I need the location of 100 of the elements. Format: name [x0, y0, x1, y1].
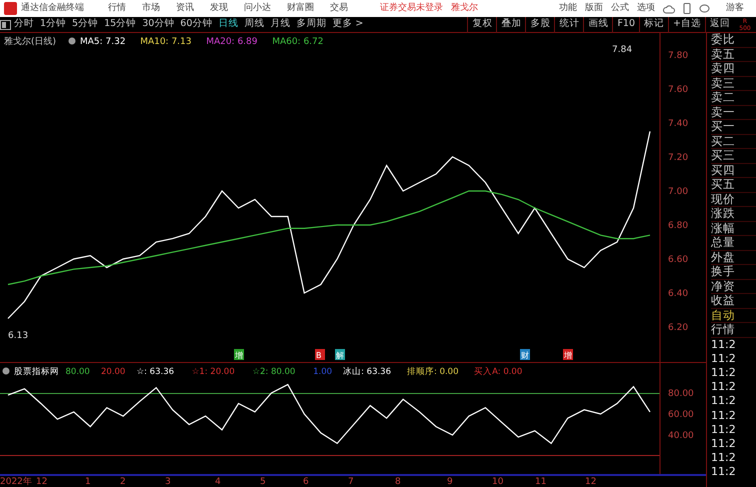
- period-tab[interactable]: 月线: [267, 17, 294, 32]
- quote-label: 卖一: [711, 106, 756, 120]
- menu-item[interactable]: 公式: [611, 2, 629, 16]
- toolbar-button[interactable]: 统计: [554, 16, 584, 32]
- phone-icon[interactable]: [683, 3, 691, 14]
- axis-label: 6.80: [668, 220, 688, 231]
- indicator-value: MA60: 6.72: [272, 37, 324, 47]
- menu-item[interactable]: 发现: [210, 2, 228, 16]
- quote-label: 涨幅: [711, 222, 756, 236]
- quote-label: 换手: [711, 265, 756, 280]
- panel-toggle-icon[interactable]: [0, 20, 11, 30]
- period-tab[interactable]: 5分钟: [69, 17, 102, 32]
- indicator-value: ☆: 63.36: [136, 367, 174, 377]
- trade-time: 11:2: [711, 394, 737, 409]
- menu-item[interactable]: 选项: [637, 2, 655, 16]
- axis-label: 6: [303, 476, 309, 487]
- trade-time: 11:2: [711, 465, 737, 480]
- quote-label: 买三: [711, 149, 756, 164]
- trade-time: 11:2: [711, 352, 737, 366]
- indicator-value: ☆2: 80.00: [252, 367, 296, 377]
- trade-time: 11:2: [711, 408, 737, 423]
- menu-item[interactable]: 财富圈: [287, 2, 314, 16]
- quote-label: 卖四: [711, 62, 756, 76]
- indicator-value: ☆1: 20.00: [192, 367, 235, 377]
- toolbar-button[interactable]: 复权: [467, 16, 496, 32]
- axis-label: 7.60: [668, 84, 688, 95]
- period-tab[interactable]: 60分钟: [177, 17, 216, 32]
- axis-label: 2: [120, 476, 126, 487]
- toolbar-button[interactable]: 多股: [525, 16, 554, 32]
- axis-label: 6.60: [668, 254, 688, 265]
- axis-label: 3: [165, 476, 171, 487]
- app-title: 通达信金融终端: [21, 2, 84, 15]
- toolbar-button[interactable]: +自选: [668, 16, 705, 32]
- auto-toggle[interactable]: 自动: [711, 308, 756, 323]
- quote-label: 总量: [711, 236, 756, 250]
- chart-title: 雅戈尔(日线): [4, 37, 56, 47]
- menu-item[interactable]: 资讯: [176, 2, 194, 16]
- axis-label: 6.40: [668, 288, 688, 299]
- menu-item[interactable]: 市场: [142, 2, 160, 16]
- trade-time: 11:2: [711, 338, 737, 352]
- event-marker: 增: [234, 349, 244, 360]
- quote-label: 现价: [711, 192, 756, 207]
- axis-label: 5: [260, 476, 266, 487]
- quote-label: 买二: [711, 134, 756, 149]
- toolbar-button[interactable]: 返回: [705, 16, 734, 32]
- quote-label: 收益: [711, 294, 756, 308]
- indicator-value: 股票指标网: [14, 367, 59, 377]
- quote-label: 涨跌: [711, 207, 756, 222]
- axis-label: 7.20: [668, 152, 688, 163]
- menu-item[interactable]: 问小达: [244, 2, 271, 16]
- quote-label: 行情: [711, 323, 756, 338]
- logo-icon: [4, 2, 17, 15]
- cloud-icon[interactable]: [663, 4, 675, 14]
- axis-label: 80.00: [668, 389, 694, 399]
- quote-label: 委比: [711, 33, 756, 48]
- indicator-value: MA5: 7.32: [80, 37, 126, 47]
- toolbar-button[interactable]: F10: [612, 16, 640, 32]
- period-tab[interactable]: 30分钟: [139, 17, 178, 32]
- indicator-value: MA10: 7.13: [140, 37, 192, 47]
- menu-item[interactable]: 版面: [585, 2, 603, 16]
- period-tab[interactable]: 日线: [215, 17, 242, 32]
- axis-label: 10: [492, 476, 504, 487]
- menu-item[interactable]: 交易: [330, 2, 348, 16]
- axis-label: 8: [395, 476, 401, 487]
- quote-label: 买四: [711, 164, 756, 178]
- axis-label: 12: [36, 476, 48, 487]
- period-tab[interactable]: 分时: [11, 17, 37, 32]
- axis-label: 7.00: [668, 186, 688, 197]
- toolbar-button[interactable]: 标记: [639, 16, 668, 32]
- toolbar-button[interactable]: 叠加: [496, 16, 526, 32]
- axis-label: 7: [348, 476, 354, 487]
- stock-name: 雅戈尔: [451, 2, 478, 15]
- menu-item[interactable]: 功能: [559, 2, 577, 16]
- indicator-value: MA20: 6.89: [206, 37, 258, 47]
- event-marker: 解: [335, 349, 345, 360]
- quote-label: 卖二: [711, 91, 756, 106]
- toolbar-button[interactable]: 画线: [583, 16, 612, 32]
- price-annotation: 6.13: [8, 331, 28, 341]
- trade-time: 11:2: [711, 422, 737, 437]
- quote-label: 净资: [711, 280, 756, 294]
- menu-item[interactable]: 行情: [108, 2, 126, 16]
- axis-label: 9: [447, 476, 453, 487]
- axis-label: 6.20: [668, 322, 688, 333]
- login-status[interactable]: 证券交易未登录: [380, 2, 443, 16]
- axis-label: 12: [585, 476, 596, 487]
- quote-label: 买一: [711, 120, 756, 134]
- period-tab[interactable]: 更多 >: [329, 17, 366, 32]
- period-tab[interactable]: 1分钟: [37, 17, 70, 32]
- axis-label: 7.80: [668, 50, 688, 61]
- period-tab[interactable]: 多周期: [293, 17, 330, 32]
- price-annotation: 7.84: [612, 45, 632, 55]
- axis-label: 40.00: [668, 431, 694, 441]
- event-marker: 财: [520, 349, 530, 360]
- period-tab[interactable]: 周线: [241, 17, 268, 32]
- user-label[interactable]: 游客: [726, 2, 744, 16]
- trade-time: 11:2: [711, 451, 737, 466]
- period-tab[interactable]: 15分钟: [101, 17, 140, 32]
- axis-label: 11: [535, 476, 546, 487]
- indicator-value: 买入A: 0.00: [474, 367, 522, 377]
- indicator-value: 冰山: 63.36: [343, 367, 391, 377]
